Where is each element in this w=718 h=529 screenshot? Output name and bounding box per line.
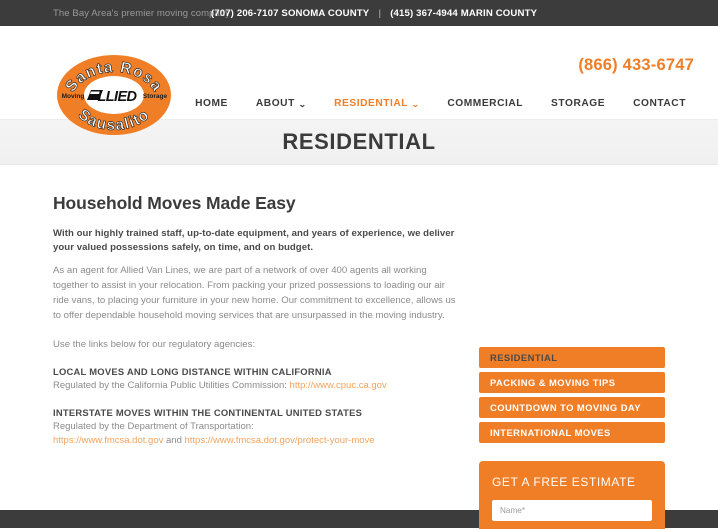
article-heading: Household Moves Made Easy — [53, 193, 296, 213]
sidebar-item-packing-moving-tips-label: PACKING & MOVING TIPS — [490, 377, 616, 388]
article-lede: With our highly trained staff, up-to-dat… — [53, 228, 455, 254]
main-navigation: HOME ABOUT ⌄ RESIDENTIAL ⌄ COMMERCIAL ST… — [181, 94, 700, 113]
sidebar-item-international-moves[interactable]: INTERNATIONAL MOVES — [479, 422, 665, 443]
nav-item-storage[interactable]: STORAGE — [537, 94, 619, 113]
phone-sonoma-county[interactable]: (707) 206-7107 SONOMA COUNTY — [211, 8, 369, 19]
nav-item-commercial-label: COMMERCIAL — [447, 98, 524, 109]
cpuc-link[interactable]: http://www.cpuc.ca.gov — [290, 380, 387, 391]
svg-text:LLIED: LLIED — [98, 89, 138, 105]
site-header: Santa Rosa Sausalito Moving Storage LLIE… — [0, 26, 718, 135]
article-paragraph: As an agent for Allied Van Lines, we are… — [53, 264, 456, 322]
regulatory-links-intro: Use the links below for our regulatory a… — [53, 339, 256, 351]
chevron-down-icon: ⌄ — [297, 99, 308, 109]
phone-separator: | — [378, 7, 382, 19]
local-moves-text: Regulated by the California Public Utili… — [53, 379, 463, 393]
free-estimate-form: GET A FREE ESTIMATE I'm not a robot — [479, 461, 665, 529]
sidebar-menu: RESIDENTIAL PACKING & MOVING TIPS COUNTD… — [479, 347, 665, 443]
nav-item-about[interactable]: ABOUT ⌄ — [242, 94, 320, 113]
svg-text:Storage: Storage — [143, 93, 168, 100]
nav-item-home-label: HOME — [195, 98, 228, 109]
sidebar: RESIDENTIAL PACKING & MOVING TIPS COUNTD… — [479, 165, 665, 529]
phone-marin-county[interactable]: (415) 367-4944 MARIN COUNTY — [390, 8, 537, 19]
interstate-moves-text: Regulated by the Department of Transport… — [53, 420, 463, 449]
sidebar-item-residential[interactable]: RESIDENTIAL — [479, 347, 665, 368]
site-logo[interactable]: Santa Rosa Sausalito Moving Storage LLIE… — [53, 52, 175, 137]
nav-item-contact-label: CONTACT — [633, 98, 686, 109]
sidebar-item-residential-label: RESIDENTIAL — [490, 352, 558, 363]
nav-item-contact[interactable]: CONTACT — [619, 94, 700, 113]
nav-item-storage-label: STORAGE — [551, 98, 606, 109]
local-moves-description: Regulated by the California Public Utili… — [53, 379, 290, 391]
sidebar-item-countdown-to-moving-day-label: COUNTDOWN TO MOVING DAY — [490, 402, 641, 413]
local-moves-heading: LOCAL MOVES AND LONG DISTANCE WITHIN CAL… — [53, 365, 332, 377]
page-title: RESIDENTIAL — [282, 129, 436, 154]
allied-logo-icon: Santa Rosa Sausalito Moving Storage LLIE… — [57, 55, 171, 135]
protect-your-move-link[interactable]: https://www.fmcsa.dot.gov/protect-your-m… — [185, 435, 375, 446]
header-phone-numbers: (707) 206-7107 SONOMA COUNTY | (415) 367-4… — [0, 8, 718, 19]
sidebar-item-countdown-to-moving-day[interactable]: COUNTDOWN TO MOVING DAY — [479, 397, 665, 418]
nav-item-residential-label: RESIDENTIAL — [334, 98, 409, 109]
link-conjunction: and — [163, 435, 185, 447]
top-utility-bar: The Bay Area's premier moving company (7… — [0, 0, 718, 26]
svg-text:Moving: Moving — [62, 93, 85, 100]
interstate-moves-description: Regulated by the Department of Transport… — [53, 420, 254, 432]
free-estimate-title: GET A FREE ESTIMATE — [492, 475, 636, 489]
sidebar-item-packing-moving-tips[interactable]: PACKING & MOVING TIPS — [479, 372, 665, 393]
nav-item-about-label: ABOUT — [255, 98, 295, 109]
name-input[interactable] — [492, 500, 652, 521]
chevron-down-icon: ⌄ — [411, 99, 421, 109]
sidebar-item-international-moves-label: INTERNATIONAL MOVES — [490, 427, 611, 438]
interstate-moves-heading: INTERSTATE MOVES WITHIN THE CONTINENTAL … — [53, 406, 363, 418]
tollfree-phone[interactable]: (866) 433-6747 — [578, 56, 694, 75]
article-content: Household Moves Made Easy With our highl… — [53, 193, 463, 448]
nav-item-commercial[interactable]: COMMERCIAL — [433, 94, 537, 113]
main-body: Household Moves Made Easy With our highl… — [0, 165, 718, 529]
nav-item-residential[interactable]: RESIDENTIAL ⌄ — [320, 94, 433, 113]
nav-item-home[interactable]: HOME — [181, 94, 242, 113]
fmcsa-link[interactable]: https://www.fmcsa.dot.gov — [53, 435, 163, 446]
